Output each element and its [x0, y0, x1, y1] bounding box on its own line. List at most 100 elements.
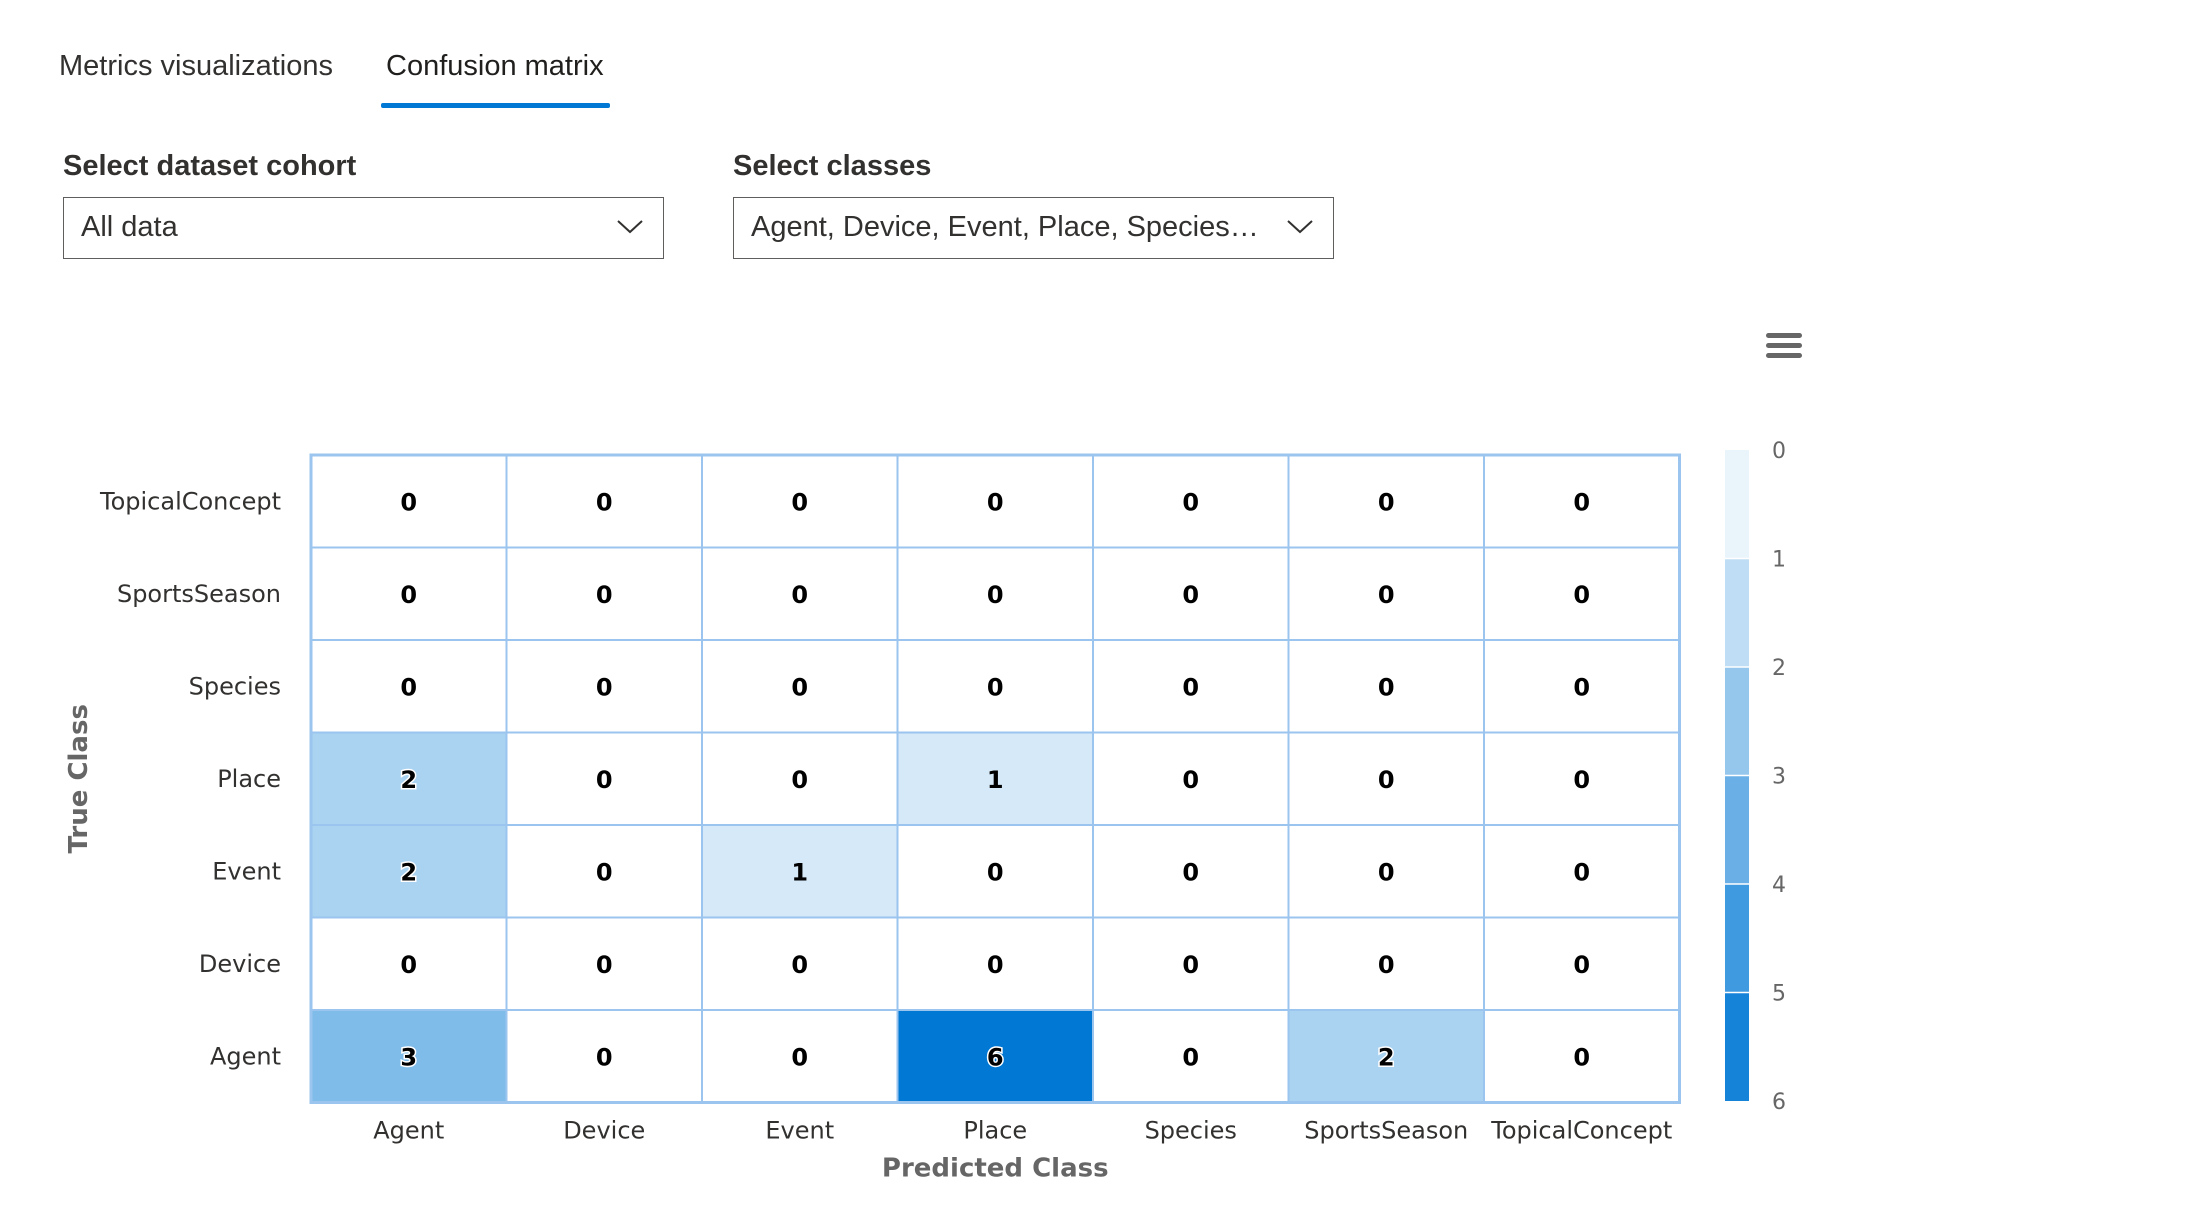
classes-dropdown-value: Agent, Device, Event, Place, Species, Sp… [751, 211, 1263, 243]
cell-value-label: 0 [1573, 581, 1590, 609]
heatmap-cell [896, 546, 1094, 641]
cell-value-label: 0 [1182, 858, 1199, 886]
heatmap-cell [505, 731, 703, 826]
heatmap-cell [1092, 454, 1290, 549]
cell-value-label: 0 [791, 581, 808, 609]
colorbar-band [1725, 450, 1749, 559]
tab-metrics-visualizations[interactable]: Metrics visualizations [59, 44, 333, 100]
cell-value-label: 0 [987, 951, 1004, 979]
cell-value-label: 0 [1182, 766, 1199, 794]
cell-value-label: 0 [1573, 951, 1590, 979]
heatmap-cell [505, 546, 703, 641]
x-tick-label: Species [1145, 1117, 1237, 1145]
cohort-dropdown[interactable]: All data [63, 197, 664, 259]
heatmap-border [309, 453, 1681, 1104]
cell-value-label: 0 [596, 766, 613, 794]
cell-value-label: 0 [791, 673, 808, 701]
y-tick-label: Device [199, 950, 281, 978]
cell-value-label: 0 [987, 488, 1004, 516]
heatmap-cell [1092, 546, 1290, 641]
heatmap-cell [1483, 639, 1681, 734]
heatmap-cell [310, 916, 508, 1011]
heatmap-cell [505, 916, 703, 1011]
heatmap-cell [896, 731, 1094, 826]
heatmap-cell [701, 1009, 899, 1104]
cell-value-label: 0 [1573, 766, 1590, 794]
x-tick-label: Place [963, 1117, 1027, 1145]
heatmap-cell [1092, 1009, 1290, 1104]
tab-confusion-matrix[interactable]: Confusion matrix [386, 44, 604, 100]
heatmap-cell [310, 546, 508, 641]
heatmap-cell [1092, 731, 1290, 826]
classes-dropdown[interactable]: Agent, Device, Event, Place, Species, Sp… [733, 197, 1334, 259]
heatmap-cell [310, 639, 508, 734]
heatmap-cell [896, 824, 1094, 919]
heatmap-cell [1483, 454, 1681, 549]
heatmap-cell [310, 824, 508, 919]
heatmap-cell [1287, 639, 1485, 734]
heatmap-cell [1287, 454, 1485, 549]
heatmap-cell [505, 1009, 703, 1104]
y-tick-label: TopicalConcept [99, 487, 281, 515]
tab-bar: Metrics visualizations Confusion matrix [0, 0, 2206, 110]
cell-value-label: 0 [400, 488, 417, 516]
cell-value-label: 0 [987, 858, 1004, 886]
heatmap-cell [1287, 1009, 1485, 1104]
cell-value-label: 0 [596, 581, 613, 609]
heatmap-cell [1483, 546, 1681, 641]
cell-value-label: 0 [987, 581, 1004, 609]
colorbar-band [1725, 667, 1749, 776]
heatmap-cell [701, 639, 899, 734]
cell-value-label: 0 [1378, 488, 1395, 516]
colorbar-tick-label: 6 [1772, 1090, 1786, 1115]
cell-value-label: 0 [1378, 766, 1395, 794]
cell-value-label: 1 [987, 766, 1004, 794]
heatmap-cell [1092, 824, 1290, 919]
selected-tab-indicator [381, 103, 610, 108]
cell-value-label: 0 [1378, 951, 1395, 979]
hamburger-menu-icon[interactable] [1764, 330, 1804, 362]
cell-value-label: 0 [1182, 673, 1199, 701]
colorbar-tick-label: 5 [1772, 982, 1786, 1007]
heatmap-cell [1483, 731, 1681, 826]
colorbar-tick-label: 2 [1772, 656, 1786, 681]
cell-value-label: 2 [400, 858, 417, 886]
cell-value-label: 0 [596, 488, 613, 516]
heatmap-cell [896, 916, 1094, 1011]
cohort-label: Select dataset cohort [63, 150, 357, 182]
heatmap-cell [896, 454, 1094, 549]
cell-value-label: 0 [596, 951, 613, 979]
cell-value-label: 1 [791, 858, 808, 886]
cell-value-label: 0 [1378, 858, 1395, 886]
x-tick-label: TopicalConcept [1490, 1117, 1672, 1145]
colorbar-tick-label: 1 [1772, 548, 1786, 573]
y-axis-title: True Class [64, 704, 94, 853]
cell-value-label: 0 [791, 1043, 808, 1071]
colorbar-band [1725, 992, 1749, 1101]
heatmap-cell [896, 1009, 1094, 1104]
y-tick-label: Agent [210, 1042, 281, 1070]
cell-value-label: 0 [400, 673, 417, 701]
heatmap-cell [896, 639, 1094, 734]
heatmap-cell [701, 546, 899, 641]
x-axis-title: Predicted Class [882, 1154, 1109, 1184]
colorbar-band [1725, 775, 1749, 884]
heatmap-cell [310, 454, 508, 549]
cell-value-label: 0 [1182, 951, 1199, 979]
x-tick-label: Event [765, 1117, 834, 1145]
cell-value-label: 0 [1573, 488, 1590, 516]
cell-value-label: 0 [1182, 1043, 1199, 1071]
heatmap-cell [1483, 824, 1681, 919]
cell-value-label: 2 [1378, 1043, 1395, 1071]
cell-value-label: 0 [791, 766, 808, 794]
y-tick-label: SportsSeason [117, 580, 281, 608]
cell-value-label: 3 [400, 1043, 417, 1071]
y-tick-label: Species [189, 672, 281, 700]
cell-value-label: 0 [1182, 581, 1199, 609]
heatmap-cell [1483, 916, 1681, 1011]
heatmap-cell [1483, 1009, 1681, 1104]
heatmap-cell [1092, 916, 1290, 1011]
cell-value-label: 0 [596, 1043, 613, 1071]
heatmap-cell [1287, 824, 1485, 919]
heatmap-cell [1287, 731, 1485, 826]
